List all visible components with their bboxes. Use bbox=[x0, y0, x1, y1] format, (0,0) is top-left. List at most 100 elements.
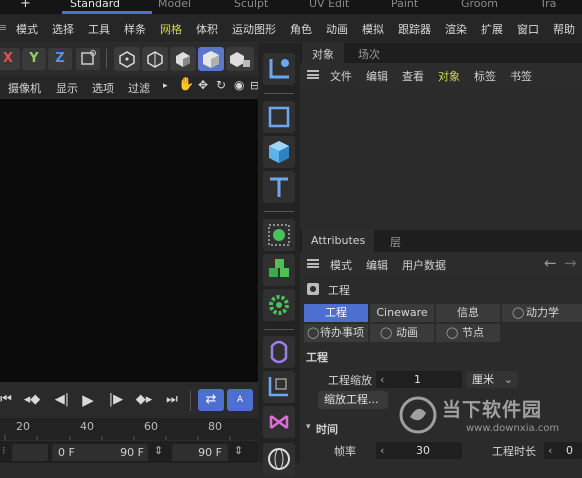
tab-tracker[interactable]: Tra bbox=[540, 0, 556, 10]
tab-project[interactable]: 工程 bbox=[304, 304, 368, 322]
attr-menu-userdata[interactable]: 用户数据 bbox=[402, 257, 446, 273]
tab-attributes[interactable]: Attributes bbox=[311, 234, 365, 247]
object-list[interactable] bbox=[300, 87, 582, 230]
menu-help[interactable]: 帮助 bbox=[553, 21, 575, 37]
tab-groom[interactable]: Groom bbox=[461, 0, 498, 10]
uv-mode-button[interactable] bbox=[226, 47, 254, 71]
deformer-button[interactable] bbox=[263, 336, 295, 368]
menu-volume[interactable]: 体积 bbox=[196, 21, 218, 37]
obj-menu-tags[interactable]: 标签 bbox=[474, 68, 496, 84]
obj-menu-bookmarks[interactable]: 书签 bbox=[510, 68, 532, 84]
tab-animation[interactable]: ◯ 动画 bbox=[370, 324, 434, 342]
auto-key-icon[interactable]: A bbox=[227, 389, 253, 411]
range-arrows-icon[interactable]: ⇕ bbox=[154, 444, 163, 457]
tab-dynamics[interactable]: ◯ 动力学 bbox=[502, 304, 582, 322]
back-arrow-icon[interactable]: ← bbox=[544, 254, 557, 272]
range-start-field[interactable]: 0 F 90 F bbox=[52, 444, 148, 461]
tab-nodes[interactable]: ◯ 节点 bbox=[436, 324, 500, 342]
viewport-menu-options[interactable]: 选项 bbox=[92, 80, 114, 96]
obj-menu-edit[interactable]: 编辑 bbox=[366, 68, 388, 84]
viewport-menu-camera[interactable]: 摄像机 bbox=[8, 80, 41, 96]
menu-render[interactable]: 渲染 bbox=[445, 21, 467, 37]
play-icon[interactable]: ▶ bbox=[78, 389, 98, 411]
attr-menu-mode[interactable]: 模式 bbox=[330, 257, 352, 273]
menu-animation[interactable]: 动画 bbox=[326, 21, 348, 37]
polygons-mode-button[interactable] bbox=[170, 47, 196, 71]
hamburger-menu-icon[interactable] bbox=[307, 70, 319, 79]
model-mode-button[interactable] bbox=[198, 47, 224, 71]
z-axis-toggle[interactable]: Z bbox=[48, 48, 72, 70]
x-axis-toggle[interactable]: X bbox=[0, 48, 20, 70]
menu-mograph[interactable]: 运动图形 bbox=[232, 21, 276, 37]
menu-select[interactable]: 选择 bbox=[52, 21, 74, 37]
forward-arrow-icon[interactable]: → bbox=[564, 254, 577, 272]
move-view-icon[interactable]: ✥ bbox=[198, 78, 208, 92]
field-button[interactable] bbox=[263, 371, 295, 403]
viewport-menu-filter[interactable]: 过滤 bbox=[128, 80, 150, 96]
tab-standard[interactable]: Standard bbox=[70, 0, 120, 10]
tab-info[interactable]: 信息 bbox=[436, 304, 500, 322]
spline-rectangle-button[interactable] bbox=[263, 101, 295, 133]
fps-field[interactable]: ‹ 30 bbox=[376, 442, 462, 459]
duration-field[interactable]: ‹ 0 bbox=[544, 442, 582, 459]
project-scale-field[interactable]: ‹ 1 bbox=[376, 371, 462, 388]
environment-button[interactable] bbox=[263, 443, 295, 475]
3d-viewport[interactable] bbox=[0, 99, 258, 382]
null-object-button[interactable] bbox=[263, 53, 295, 85]
menu-extensions[interactable]: 扩展 bbox=[481, 21, 503, 37]
y-axis-toggle[interactable]: Y bbox=[22, 48, 46, 70]
viewport-menu-display[interactable]: 显示 bbox=[56, 80, 78, 96]
hamburger-menu-icon[interactable] bbox=[307, 259, 319, 268]
loop-icon[interactable]: ⇄ bbox=[198, 389, 224, 411]
menu-tools[interactable]: 工具 bbox=[88, 21, 110, 37]
mograph-cubes-button[interactable] bbox=[263, 254, 295, 286]
obj-menu-file[interactable]: 文件 bbox=[330, 68, 352, 84]
cube-button[interactable] bbox=[263, 136, 295, 168]
edges-mode-button[interactable] bbox=[142, 47, 168, 71]
previous-key-icon[interactable]: ◂◆ bbox=[22, 389, 42, 411]
attr-menu-edit[interactable]: 编辑 bbox=[366, 257, 388, 273]
pan-hand-icon[interactable]: ✋ bbox=[178, 77, 194, 92]
collapse-arrow-icon[interactable]: ▾ bbox=[306, 422, 311, 432]
tab-todo[interactable]: ◯ 待办事项 bbox=[304, 324, 368, 342]
tab-paint[interactable]: Paint bbox=[391, 0, 418, 10]
range-end-field[interactable]: 90 F bbox=[172, 444, 228, 461]
text-button[interactable] bbox=[263, 171, 295, 203]
next-frame-icon[interactable]: |▶ bbox=[106, 389, 126, 411]
range-start-spinner[interactable] bbox=[12, 444, 48, 461]
scale-project-button[interactable]: 缩放工程... bbox=[318, 391, 388, 409]
add-layout-button[interactable]: + bbox=[20, 0, 31, 11]
menu-window[interactable]: 窗口 bbox=[517, 21, 539, 37]
menu-tracker[interactable]: 跟踪器 bbox=[398, 21, 431, 37]
tab-layers[interactable]: 层 bbox=[390, 234, 401, 250]
coordinate-system-button[interactable] bbox=[76, 48, 100, 70]
range-end-arrows-icon[interactable]: ⇕ bbox=[234, 444, 243, 457]
menu-mode[interactable]: 模式 bbox=[16, 21, 38, 37]
more-arrow-icon[interactable]: ▸ bbox=[163, 81, 168, 91]
generator-button[interactable] bbox=[263, 406, 295, 438]
next-key-icon[interactable]: ◆▸ bbox=[134, 389, 154, 411]
menu-spline[interactable]: 样条 bbox=[124, 21, 146, 37]
cloner-button[interactable] bbox=[263, 219, 295, 251]
spinner-left-icon[interactable]: ‹ bbox=[380, 442, 384, 459]
obj-menu-view[interactable]: 查看 bbox=[402, 68, 424, 84]
menu-mesh[interactable]: 网格 bbox=[160, 21, 182, 37]
rotate-view-icon[interactable]: ↻ bbox=[216, 78, 226, 92]
tab-takes[interactable]: 场次 bbox=[358, 46, 380, 62]
previous-frame-icon[interactable]: ◀| bbox=[52, 389, 72, 411]
unit-dropdown[interactable]: 厘米 ⌄ bbox=[466, 371, 518, 388]
camera-toggle-icon[interactable]: ◉ bbox=[234, 78, 244, 92]
go-to-end-icon[interactable]: ⏭ bbox=[162, 389, 182, 411]
tab-cineware[interactable]: Cineware bbox=[370, 304, 434, 322]
menu-simulate[interactable]: 模拟 bbox=[362, 21, 384, 37]
tab-uv-edit[interactable]: UV Edit bbox=[309, 0, 349, 10]
menu-overflow[interactable]: ≡ bbox=[0, 21, 7, 34]
spinner-left-icon[interactable]: ‹ bbox=[548, 442, 552, 459]
go-to-start-icon[interactable]: ⏮ bbox=[0, 389, 16, 411]
timeline-ruler[interactable]: 20 40 60 80 bbox=[0, 418, 258, 440]
spinner-left-icon[interactable]: ‹ bbox=[380, 371, 384, 388]
tab-sculpt[interactable]: Sculpt bbox=[234, 0, 268, 10]
points-mode-button[interactable] bbox=[114, 47, 140, 71]
tab-model[interactable]: Model bbox=[158, 0, 191, 10]
obj-menu-object[interactable]: 对象 bbox=[438, 68, 460, 84]
